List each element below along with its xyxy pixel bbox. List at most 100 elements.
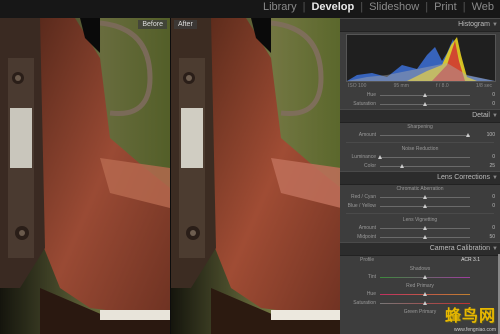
lens-corrections-title: Lens Corrections [437, 174, 490, 181]
slider-label: Saturation [353, 300, 376, 306]
camera-calibration-title: Camera Calibration [429, 245, 490, 252]
module-separator: | [462, 1, 466, 13]
slider-value[interactable]: 0 [492, 203, 495, 209]
slider-thumb[interactable] [400, 164, 404, 168]
slider-thumb[interactable] [423, 301, 427, 305]
hsl-saturation-slider[interactable]: Saturation 0 [340, 100, 500, 109]
slider-track[interactable] [380, 102, 470, 106]
slider-thumb[interactable] [423, 93, 427, 97]
slider-track[interactable] [380, 292, 470, 296]
profile-value[interactable]: ACR 3.1 [461, 256, 480, 265]
lens-corrections-header[interactable]: Lens Corrections ▼ [340, 171, 500, 185]
before-photo[interactable]: Before [0, 18, 170, 334]
chromatic-aberration-title: Chromatic Aberration [396, 186, 444, 192]
slider-value[interactable]: 0 [492, 101, 495, 107]
slider-value[interactable]: 50 [489, 234, 495, 240]
slider-value[interactable]: 100 [487, 132, 495, 138]
slider-label: Hue [366, 92, 376, 98]
shadows-tint-slider[interactable]: Tint [340, 273, 500, 282]
watermark-logo: 蜂鸟网 [444, 306, 496, 325]
module-bar: Library | Develop | Slideshow | Print | … [0, 0, 500, 18]
watermark-url: www.fengniao.com [454, 327, 496, 333]
collapse-triangle-icon[interactable]: ▼ [492, 172, 498, 184]
module-develop[interactable]: Develop [309, 1, 356, 13]
slider-thumb[interactable] [423, 235, 427, 239]
slider-thumb[interactable] [423, 195, 427, 199]
sharpening-amount-slider[interactable]: Amount 100 [340, 131, 500, 140]
histogram-header[interactable]: Histogram ▼ [340, 18, 500, 32]
slider-value[interactable]: 0 [492, 154, 495, 160]
slider-label: Amount [358, 225, 376, 231]
detail-header[interactable]: Detail ▼ [340, 109, 500, 123]
color-noise-slider[interactable]: Color 25 [340, 162, 500, 171]
slider-track[interactable] [380, 235, 470, 239]
hsl-hue-slider[interactable]: Hue 0 [340, 91, 500, 100]
rusty-metal-image [0, 18, 170, 334]
detail-title: Detail [472, 112, 490, 119]
slider-thumb[interactable] [423, 204, 427, 208]
lens-vignetting-title: Lens Vignetting [402, 217, 438, 223]
blue-yellow-slider[interactable]: Blue / Yellow 0 [340, 202, 500, 211]
divider [346, 142, 494, 143]
module-slideshow[interactable]: Slideshow [367, 1, 421, 13]
slider-label: Saturation [353, 101, 376, 107]
slider-track[interactable] [378, 155, 470, 159]
slider-label: Amount [358, 132, 376, 138]
module-separator: | [425, 1, 429, 13]
slider-value[interactable]: 25 [489, 163, 495, 169]
focal-length: 95 mm [393, 83, 409, 89]
exif-info: ISO 100 95 mm f / 8.0 1/8 sec [348, 83, 492, 89]
luminance-slider[interactable]: Luminance 0 [340, 153, 500, 162]
after-label: After [174, 20, 197, 29]
slider-track[interactable] [380, 275, 470, 279]
slider-thumb[interactable] [423, 102, 427, 106]
red-cyan-slider[interactable]: Red / Cyan 0 [340, 193, 500, 202]
develop-panel: Histogram ▼ ISO 100 95 mm f / 8.0 1/8 se… [340, 18, 500, 334]
rusty-metal-image [171, 18, 340, 334]
slider-value[interactable]: 0 [492, 225, 495, 231]
slider-value[interactable]: 0 [492, 92, 495, 98]
slider-track[interactable] [380, 226, 470, 230]
slider-label: Midpoint [357, 234, 376, 240]
slider-label: Tint [367, 274, 376, 280]
slider-track[interactable] [380, 204, 470, 208]
slider-value[interactable]: 0 [492, 194, 495, 200]
slider-label: Blue / Yellow [347, 203, 376, 209]
red-hue-slider[interactable]: Hue [340, 290, 500, 299]
slider-thumb[interactable] [466, 133, 470, 137]
histogram-title: Histogram [458, 21, 490, 28]
divider [346, 213, 494, 214]
shadows-title: Shadows [409, 266, 431, 272]
profile-selector[interactable]: Profile ACR 3.1 [340, 256, 500, 265]
camera-calibration-header[interactable]: Camera Calibration ▼ [340, 242, 500, 256]
slider-thumb[interactable] [423, 292, 427, 296]
slider-label: Hue [366, 291, 376, 297]
profile-label: Profile [360, 257, 375, 263]
slider-thumb[interactable] [378, 155, 382, 159]
slider-track[interactable] [380, 195, 470, 199]
slider-label: Red / Cyan [350, 194, 376, 200]
slider-track[interactable] [380, 93, 470, 97]
slider-track[interactable] [380, 133, 470, 137]
module-web[interactable]: Web [470, 1, 496, 13]
aperture-value: f / 8.0 [436, 83, 449, 89]
module-library[interactable]: Library [261, 1, 299, 13]
slider-thumb[interactable] [423, 275, 427, 279]
sharpening-title: Sharpening [407, 124, 433, 130]
iso-value: ISO 100 [348, 83, 367, 89]
slider-track[interactable] [380, 164, 470, 168]
module-separator: | [302, 1, 306, 13]
before-after-view: Before After [0, 18, 340, 334]
vignette-amount-slider[interactable]: Amount 0 [340, 224, 500, 233]
histogram-graph [346, 34, 496, 82]
vignette-midpoint-slider[interactable]: Midpoint 50 [340, 233, 500, 242]
red-primary-title: Red Primary [406, 283, 434, 289]
after-photo[interactable]: After [171, 18, 340, 334]
slider-thumb[interactable] [423, 226, 427, 230]
collapse-triangle-icon[interactable]: ▼ [492, 19, 498, 31]
collapse-triangle-icon[interactable]: ▼ [492, 110, 498, 122]
slider-label: Color [364, 163, 376, 169]
histogram-curve [347, 37, 495, 81]
module-print[interactable]: Print [432, 1, 459, 13]
slider-label: Luminance [351, 154, 376, 160]
